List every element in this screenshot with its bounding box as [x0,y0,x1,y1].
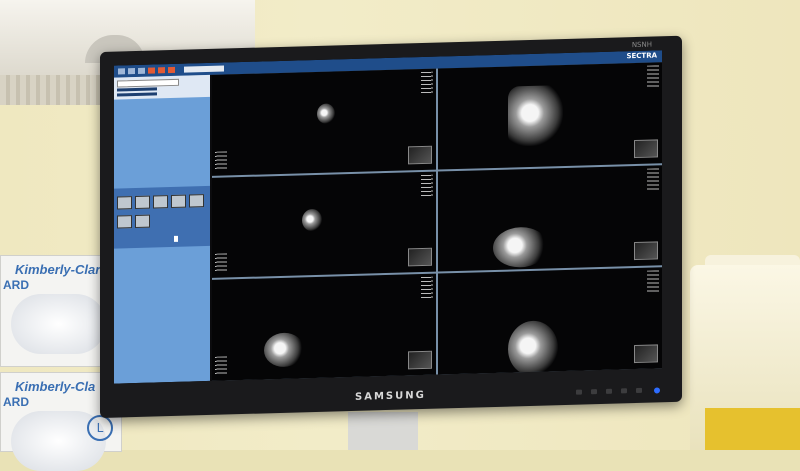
viewport-tile[interactable] [438,62,662,170]
toolbar-alert-icon[interactable] [158,67,165,74]
toolbar-icon[interactable] [118,68,125,75]
box-word-label: ARD [3,395,29,409]
series-thumbnail[interactable] [135,195,150,210]
viewport-tile[interactable] [212,68,436,176]
toolbar-icon[interactable] [128,68,135,75]
power-button-icon[interactable] [654,387,660,394]
viewport-tile[interactable] [438,267,662,375]
monitor-button[interactable] [606,388,612,394]
monitor-stand [348,412,418,450]
box-brand-label: Kimberly-Clark [15,262,108,277]
dicom-overlay [215,356,227,375]
scout-thumbnail [634,241,658,261]
scan-image [508,320,558,375]
dicom-overlay [421,71,433,95]
box-brand-label: Kimberly-Cla [15,379,96,394]
toolbar-alert-icon[interactable] [148,67,155,74]
study-list-panel [114,74,210,384]
scout-thumbnail [634,344,658,364]
study-list-header [114,74,210,100]
monitor-button[interactable] [636,387,642,394]
study-row[interactable] [117,87,157,92]
series-thumbnail[interactable] [171,194,186,209]
box-word-label: ARD [3,278,29,292]
monitor-brand-logo: SAMSUNG [355,389,426,403]
scan-image [508,85,563,147]
monitor-buttons [576,387,642,395]
toolbar-alert-icon[interactable] [168,66,175,74]
dicom-overlay [647,65,659,88]
series-thumbnail-strip [114,185,210,249]
monitor-button[interactable] [621,388,627,394]
dicom-overlay [647,168,659,191]
toolbar-icon[interactable] [138,67,145,74]
monitor-button[interactable] [591,389,597,395]
dicom-overlay [421,277,433,300]
image-viewport-grid [212,62,662,381]
dicom-overlay [215,253,227,273]
scout-thumbnail [408,248,432,267]
series-thumbnail[interactable] [117,215,132,229]
model-label: NSNH [631,40,652,50]
viewport-tile[interactable] [212,273,436,381]
scan-image [302,208,322,232]
dicom-overlay [215,151,227,170]
series-thumbnail[interactable] [153,195,168,209]
container-yellow-base [705,408,800,450]
scout-thumbnail [408,145,432,165]
viewport-tile[interactable] [438,164,662,272]
monitor-screen: SECTRA [114,50,662,384]
scout-thumbnail [634,139,658,158]
series-thumbnail[interactable] [117,196,132,210]
series-thumbnail[interactable] [135,214,150,229]
dicom-overlay [421,174,433,197]
dicom-overlay [647,270,659,294]
scout-thumbnail [408,350,432,370]
monitor: NSNH SECTRA SAMSUNG [100,35,682,419]
glove-image [11,294,106,354]
viewport-tile[interactable] [212,171,436,279]
toolbar-search-field[interactable] [184,65,224,73]
size-badge: L [87,415,113,441]
monitor-button[interactable] [576,389,582,395]
app-logo: SECTRA [626,51,657,61]
scan-image [317,103,335,124]
scan-image [493,226,548,268]
study-row[interactable] [117,92,157,97]
scan-image [264,332,304,368]
patient-search-input[interactable] [117,78,179,88]
series-thumbnail[interactable] [189,194,204,208]
mouse-cursor [174,235,178,242]
